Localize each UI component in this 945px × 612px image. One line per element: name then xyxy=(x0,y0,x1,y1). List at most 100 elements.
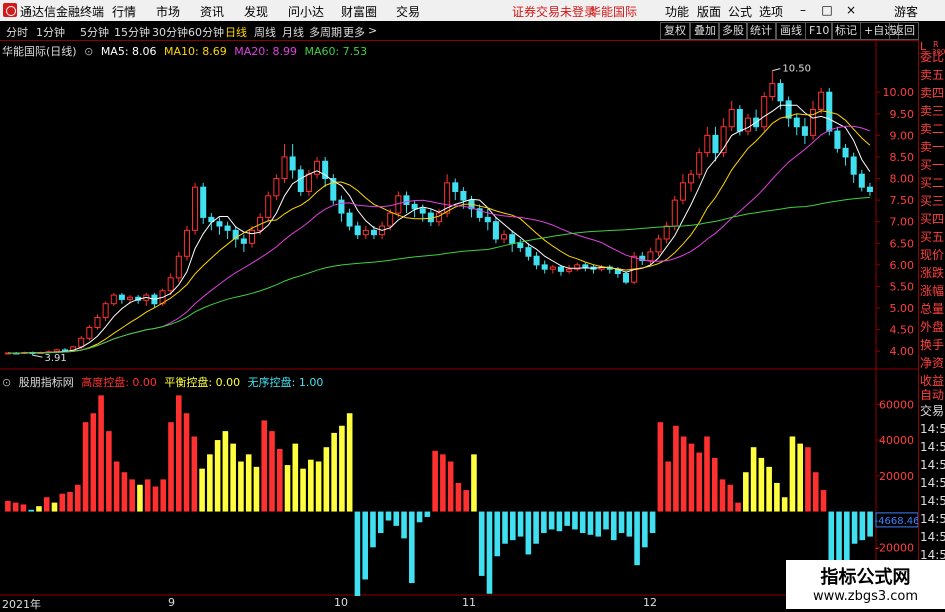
panel-r-marker: R xyxy=(933,41,939,49)
panel-item: 换手 xyxy=(920,338,945,352)
candle-body xyxy=(167,277,174,292)
candle-body xyxy=(419,208,426,214)
indicator-bar xyxy=(238,461,244,512)
indicator-bar xyxy=(556,511,563,532)
date-label: 12 xyxy=(643,596,657,609)
candle-body xyxy=(248,229,256,244)
candle-body xyxy=(801,126,808,136)
period-tab-weekly[interactable]: 周线 xyxy=(254,24,276,40)
candle-body xyxy=(492,221,499,240)
indicator-chart[interactable]: 600004000020000-20000-40000-4668.46 xyxy=(0,370,918,596)
tick-time: 14:56 xyxy=(920,494,945,508)
indicator-bar xyxy=(385,511,392,521)
menu-item-trade[interactable]: 交易 xyxy=(396,3,420,20)
menu-item-discover[interactable]: 发现 xyxy=(244,3,268,20)
watermark-title: 指标公式网 xyxy=(820,567,911,588)
indicator-bar xyxy=(214,440,221,512)
indicator-bar xyxy=(82,422,89,512)
indicator-bar xyxy=(98,395,104,512)
period-tab-60min[interactable]: 60分钟 xyxy=(188,24,224,40)
period-tab-daily[interactable]: 日线 xyxy=(225,24,247,40)
indicator-bar xyxy=(743,472,749,512)
indicator-bar xyxy=(789,436,796,512)
panel-trade-tab[interactable]: 交易 xyxy=(920,403,945,419)
menu-item-wealth[interactable]: 财富圈 xyxy=(341,3,377,20)
tool-stats-button[interactable]: 统计 xyxy=(746,22,776,40)
indicator-bar xyxy=(409,511,415,584)
indicator-bar xyxy=(207,454,213,512)
indicator-bar xyxy=(160,479,167,512)
tool-mark-button[interactable]: 标记 xyxy=(831,22,861,40)
menu-item-market[interactable]: 市场 xyxy=(156,3,180,20)
indicator-bar xyxy=(688,443,695,512)
panel-item: 委比 xyxy=(920,50,945,64)
candle-body xyxy=(118,294,125,300)
price-tick-label: 4.50 xyxy=(890,324,915,337)
candle-body xyxy=(460,190,467,201)
indicator-bar xyxy=(548,511,555,530)
indicator-tick-label: -20000 xyxy=(875,541,914,554)
menu-item-layout[interactable]: 版面 xyxy=(697,3,721,20)
period-tab-5min[interactable]: 5分钟 xyxy=(80,24,109,40)
date-label: 9 xyxy=(168,596,175,609)
menu-item-options[interactable]: 选项 xyxy=(759,3,783,20)
tool-draw-button[interactable]: 画线 xyxy=(776,22,806,40)
candle-body xyxy=(688,173,695,184)
period-tab-more[interactable]: 更多 xyxy=(343,24,365,40)
menu-item-news[interactable]: 资讯 xyxy=(200,3,224,20)
period-tab-monthly[interactable]: 月线 xyxy=(282,24,304,40)
tool-overlay-button[interactable]: 叠加 xyxy=(690,22,720,40)
indicator-bar xyxy=(253,466,260,512)
period-tab-multi[interactable]: 多周期 xyxy=(309,24,342,40)
indicator-bar xyxy=(774,482,780,512)
period-tab-30min[interactable]: 30分钟 xyxy=(152,24,188,40)
panel-item: 现价 xyxy=(920,248,945,262)
tool-adjust-button[interactable]: 复权 xyxy=(660,22,690,40)
menu-item-formula[interactable]: 公式 xyxy=(728,3,752,20)
login-status[interactable]: 证券交易未登录 xyxy=(512,3,596,20)
menu-item-quotes[interactable]: 行情 xyxy=(112,3,136,20)
indicator-bar xyxy=(820,490,827,512)
candle-body xyxy=(818,91,825,110)
indicator-bar xyxy=(851,511,858,544)
period-tab-15min[interactable]: 15分钟 xyxy=(114,24,150,40)
close-icon[interactable]: × xyxy=(841,1,861,19)
high-marker-line xyxy=(772,68,781,72)
indicator-bar xyxy=(308,459,314,512)
candle-body xyxy=(484,216,491,223)
period-tab-1min[interactable]: 1分钟 xyxy=(36,24,65,40)
menu-bar: 通达信金融终端 行情 市场 资讯 发现 问小达 财富圈 交易 证券交易未登录 华… xyxy=(0,0,945,22)
tool-back-button[interactable]: 返回 xyxy=(889,22,919,40)
period-tab-intraday[interactable]: 分时 xyxy=(6,24,28,40)
candle-body xyxy=(622,273,630,283)
ma5-line xyxy=(8,104,871,354)
indicator-bar xyxy=(634,511,640,566)
candlestick-chart[interactable]: 4.00 4.50 5.00 5.50 6.00 6.50 7.00 7.50 8.00 8.50… xyxy=(0,40,918,370)
minimize-icon[interactable]: – xyxy=(793,1,813,19)
panel-item: 外盘 xyxy=(920,320,945,334)
indicator-bar xyxy=(261,420,268,512)
tool-multi-stock-button[interactable]: 多股 xyxy=(718,22,748,40)
indicator-bar xyxy=(354,511,361,596)
candle-body xyxy=(679,182,686,201)
indicator-bar xyxy=(758,457,765,512)
app-logo-icon xyxy=(3,3,17,17)
maximize-icon[interactable]: □ xyxy=(817,1,837,19)
menu-item-ask[interactable]: 问小达 xyxy=(288,3,324,20)
price-tick-label: 4.00 xyxy=(890,345,915,358)
price-tick-label: 7.00 xyxy=(890,216,915,229)
menu-item-function[interactable]: 功能 xyxy=(665,3,689,20)
indicator-bar xyxy=(665,461,671,512)
price-tick-label: 9.50 xyxy=(890,108,915,121)
guest-label[interactable]: 游客 xyxy=(894,3,918,20)
candle-body xyxy=(866,186,873,192)
indicator-bar xyxy=(517,511,524,537)
candle-body xyxy=(517,242,524,249)
indicator-bar xyxy=(587,511,594,535)
panel-auto-tab[interactable]: 自动 xyxy=(920,387,945,403)
indicator-bar xyxy=(168,422,174,512)
quote-side-panel: L R 300 委比 卖五 卖四 卖三 卖二 卖一 买一 买二 买三 买四 买五… xyxy=(918,40,945,609)
indicator-bar xyxy=(393,511,400,526)
tool-f10-button[interactable]: F10 xyxy=(805,22,834,40)
chevron-right-icon[interactable]: > xyxy=(368,24,377,37)
